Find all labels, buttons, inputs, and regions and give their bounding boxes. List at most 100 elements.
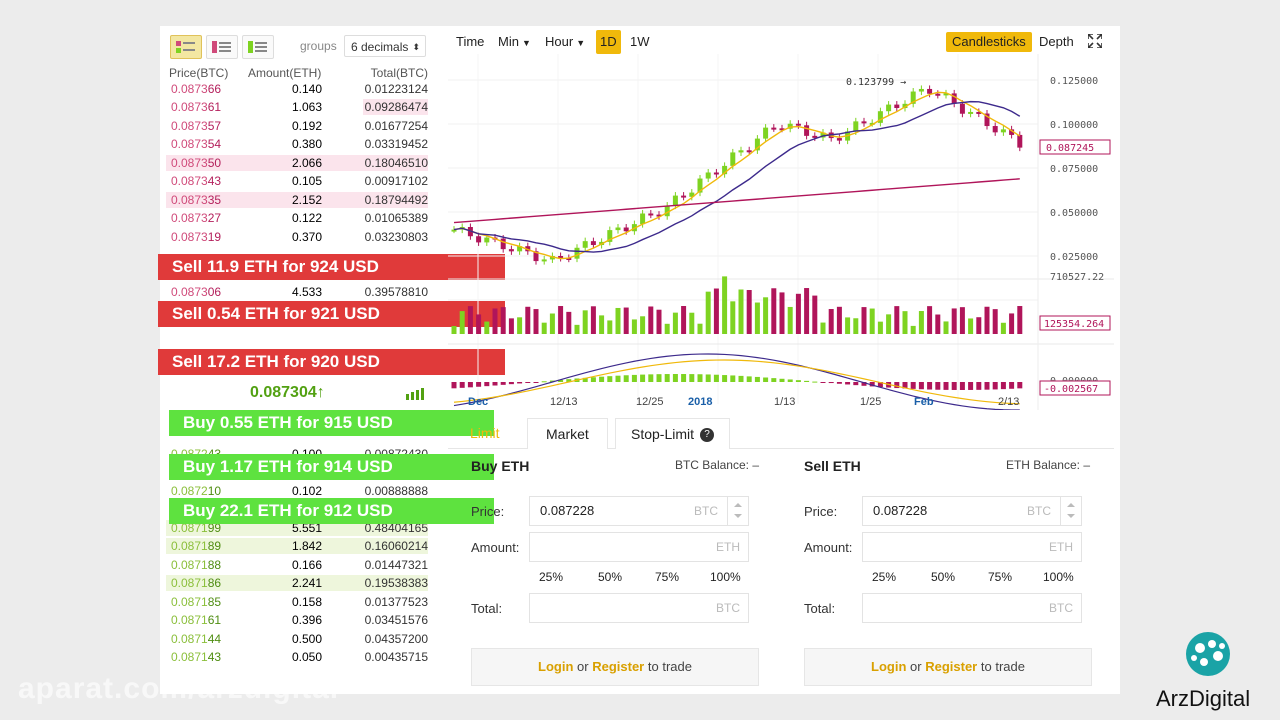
- volume-bar: [582, 310, 588, 334]
- volume-bar: [517, 317, 523, 334]
- sell-pct-100[interactable]: 100%: [1043, 570, 1074, 584]
- view-buy-button[interactable]: [242, 35, 274, 59]
- tab-limit[interactable]: Limit: [470, 418, 500, 448]
- candle: [615, 227, 621, 231]
- candle: [894, 104, 900, 109]
- macd-bar: [590, 377, 596, 382]
- ask-row[interactable]: 0.087366 0.140 0.01223124: [166, 80, 432, 98]
- ask-row[interactable]: 0.087361 1.063 0.09286474: [166, 98, 432, 116]
- volume-tick: 710527.22: [1050, 272, 1104, 283]
- ask-row[interactable]: 0.087327 0.122 0.01065389: [166, 209, 432, 227]
- sell-total-input[interactable]: BTC: [862, 593, 1082, 623]
- login-link[interactable]: Login: [538, 659, 573, 674]
- macd-bar: [541, 381, 547, 383]
- price-tick: 0.075000: [1050, 164, 1098, 175]
- macd-bar: [984, 382, 990, 390]
- tab-market[interactable]: Market: [527, 418, 608, 449]
- sell-amount-label: Amount:: [804, 540, 853, 555]
- buy-amount-input[interactable]: ETH: [529, 532, 749, 562]
- register-link[interactable]: Register: [592, 659, 644, 674]
- volume-bar: [886, 314, 892, 334]
- price-tick: 0.100000: [1050, 120, 1098, 131]
- candle: [1000, 129, 1006, 133]
- macd-bar: [476, 382, 482, 387]
- candle: [705, 172, 711, 179]
- ma99-line: [453, 178, 1020, 224]
- tf-hour[interactable]: Hour ▼: [545, 30, 585, 54]
- macd-bar: [492, 382, 498, 386]
- volume-bar: [484, 321, 490, 334]
- buy-pct-100[interactable]: 100%: [710, 570, 741, 584]
- candle: [795, 123, 801, 126]
- view-sell-button[interactable]: [206, 35, 238, 59]
- macd-bar: [828, 382, 834, 384]
- bid-row[interactable]: 0.087144 0.500 0.04357200: [166, 630, 432, 648]
- macd-bar: [853, 382, 859, 386]
- bid-row[interactable]: 0.087161 0.396 0.03451576: [166, 611, 432, 629]
- total-cell: 0.01447321: [364, 557, 428, 572]
- sell-pct-75[interactable]: 75%: [988, 570, 1012, 584]
- macd-bar: [1000, 382, 1006, 390]
- bid-row[interactable]: 0.087143 0.050 0.00435715: [166, 648, 432, 666]
- sell-amount-input[interactable]: ETH: [862, 532, 1082, 562]
- help-icon[interactable]: ?: [700, 428, 715, 443]
- ask-row[interactable]: 0.087343 0.105 0.00917102: [166, 172, 432, 190]
- ask-row[interactable]: 0.087350 2.066 0.18046510: [166, 154, 432, 172]
- candlesticks-button[interactable]: Candlesticks: [946, 32, 1032, 52]
- bid-row[interactable]: 0.087185 0.158 0.01377523: [166, 593, 432, 611]
- tf-min[interactable]: Min ▼: [498, 30, 531, 54]
- sell-price-input[interactable]: 0.087228 BTC: [862, 496, 1082, 526]
- view-both-icon: [176, 41, 195, 53]
- tf-1d[interactable]: 1D: [596, 30, 621, 54]
- sell-login-button[interactable]: Login or Register to trade: [804, 648, 1092, 686]
- candle: [476, 236, 482, 243]
- macd-bar: [943, 382, 949, 390]
- buy-total-unit: BTC: [716, 601, 740, 615]
- bid-row[interactable]: 0.087186 2.241 0.19538383: [166, 574, 432, 592]
- sell-pct-50[interactable]: 50%: [931, 570, 955, 584]
- price-stepper[interactable]: [727, 497, 748, 525]
- decimals-select[interactable]: 6 decimals ⬍: [344, 35, 426, 57]
- ask-row[interactable]: 0.087306 4.533 0.39578810: [166, 283, 432, 301]
- volume-bar: [558, 306, 564, 334]
- buy-pct-75[interactable]: 75%: [655, 570, 679, 584]
- tab-stop-limit[interactable]: Stop-Limit?: [615, 418, 731, 449]
- macd-bar: [623, 375, 629, 382]
- total-cell: 0.03451576: [364, 613, 428, 628]
- macd-bar: [722, 375, 728, 382]
- macd-bar: [951, 382, 957, 390]
- register-link[interactable]: Register: [925, 659, 977, 674]
- buy-login-button[interactable]: Login or Register to trade: [471, 648, 759, 686]
- ask-row[interactable]: 0.087354 0.380 0.03319452: [166, 135, 432, 153]
- ask-row[interactable]: 0.087319 0.370 0.03230803: [166, 228, 432, 246]
- buy-price-input[interactable]: 0.087228 BTC: [529, 496, 749, 526]
- view-both-button[interactable]: [170, 35, 202, 59]
- ask-row[interactable]: 0.087357 0.192 0.01677254: [166, 117, 432, 135]
- candlestick-chart[interactable]: 0.123799 → 0.125000 0.100000 0.075000 0.0500…: [448, 54, 1114, 410]
- volume-bar: [779, 292, 785, 334]
- tf-1w[interactable]: 1W: [630, 30, 650, 54]
- tf-time[interactable]: Time: [456, 30, 484, 54]
- volume-bar: [1000, 322, 1006, 334]
- candle: [730, 152, 736, 166]
- buy-pct-50[interactable]: 50%: [598, 570, 622, 584]
- bid-row[interactable]: 0.087189 1.842 0.16060214: [166, 537, 432, 555]
- bid-row[interactable]: 0.087188 0.166 0.01447321: [166, 556, 432, 574]
- price-stepper[interactable]: [1060, 497, 1081, 525]
- macd-bar: [631, 374, 637, 382]
- fullscreen-icon[interactable]: [1088, 34, 1102, 48]
- login-link[interactable]: Login: [871, 659, 906, 674]
- macd-bar: [959, 382, 965, 390]
- ask-row[interactable]: 0.087335 2.152 0.18794492: [166, 191, 432, 209]
- depth-button[interactable]: Depth: [1039, 32, 1074, 52]
- buy-pct-25[interactable]: 25%: [539, 570, 563, 584]
- buy-total-input[interactable]: BTC: [529, 593, 749, 623]
- macd-bar: [738, 375, 744, 382]
- sell-price-label: Price:: [804, 504, 838, 519]
- volume-bar: [918, 311, 924, 334]
- sell-pct-25[interactable]: 25%: [872, 570, 896, 584]
- volume-bar: [705, 291, 711, 334]
- volume-bar: [1017, 306, 1023, 334]
- macd-bar: [451, 382, 457, 389]
- macd-bar: [918, 382, 924, 390]
